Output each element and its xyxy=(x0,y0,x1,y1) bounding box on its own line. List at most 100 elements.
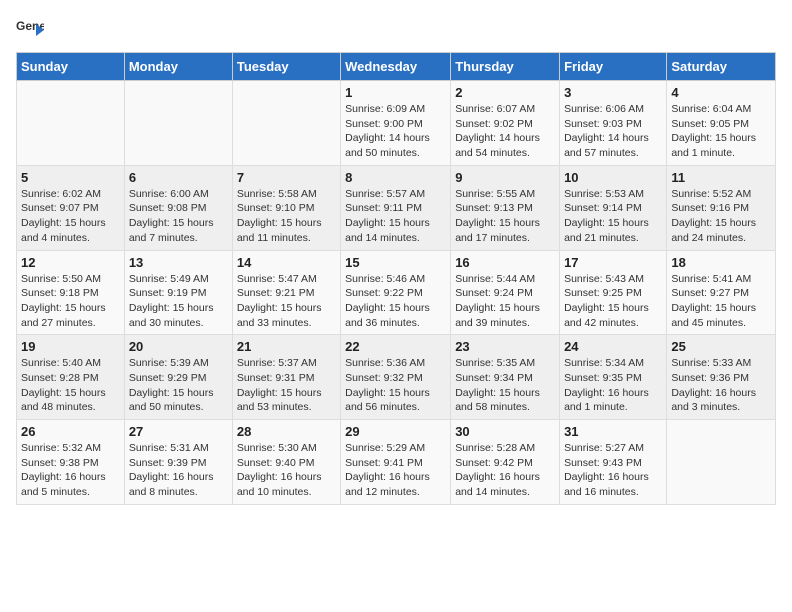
day-number: 5 xyxy=(21,170,120,185)
day-detail: Sunrise: 5:40 AMSunset: 9:28 PMDaylight:… xyxy=(21,356,120,415)
calendar-cell: 16 Sunrise: 5:44 AMSunset: 9:24 PMDayligh… xyxy=(451,250,560,335)
calendar-cell xyxy=(124,81,232,166)
calendar-cell: 19 Sunrise: 5:40 AMSunset: 9:28 PMDayligh… xyxy=(17,335,125,420)
calendar-cell xyxy=(17,81,125,166)
day-detail: Sunrise: 5:41 AMSunset: 9:27 PMDaylight:… xyxy=(671,272,771,331)
header: General xyxy=(16,16,776,44)
day-number: 6 xyxy=(129,170,228,185)
day-detail: Sunrise: 5:58 AMSunset: 9:10 PMDaylight:… xyxy=(237,187,336,246)
calendar-cell: 18 Sunrise: 5:41 AMSunset: 9:27 PMDayligh… xyxy=(667,250,776,335)
calendar-cell: 6 Sunrise: 6:00 AMSunset: 9:08 PMDaylight… xyxy=(124,165,232,250)
weekday-header-friday: Friday xyxy=(560,53,667,81)
day-number: 7 xyxy=(237,170,336,185)
calendar-table: SundayMondayTuesdayWednesdayThursdayFrid… xyxy=(16,52,776,505)
calendar-week-row: 5 Sunrise: 6:02 AMSunset: 9:07 PMDaylight… xyxy=(17,165,776,250)
weekday-header-thursday: Thursday xyxy=(451,53,560,81)
logo: General xyxy=(16,16,48,44)
day-detail: Sunrise: 6:00 AMSunset: 9:08 PMDaylight:… xyxy=(129,187,228,246)
day-detail: Sunrise: 6:09 AMSunset: 9:00 PMDaylight:… xyxy=(345,102,446,161)
calendar-week-row: 1Sunrise: 6:09 AMSunset: 9:00 PMDaylight… xyxy=(17,81,776,166)
day-number: 10 xyxy=(564,170,662,185)
calendar-cell: 10 Sunrise: 5:53 AMSunset: 9:14 PMDayligh… xyxy=(560,165,667,250)
weekday-header-saturday: Saturday xyxy=(667,53,776,81)
day-number: 21 xyxy=(237,339,336,354)
calendar-cell: 30 Sunrise: 5:28 AMSunset: 9:42 PMDayligh… xyxy=(451,420,560,505)
day-number: 28 xyxy=(237,424,336,439)
calendar-cell: 27 Sunrise: 5:31 AMSunset: 9:39 PMDayligh… xyxy=(124,420,232,505)
day-number: 30 xyxy=(455,424,555,439)
calendar-cell: 17 Sunrise: 5:43 AMSunset: 9:25 PMDayligh… xyxy=(560,250,667,335)
day-detail: Sunrise: 5:43 AMSunset: 9:25 PMDaylight:… xyxy=(564,272,662,331)
calendar-cell: 21 Sunrise: 5:37 AMSunset: 9:31 PMDayligh… xyxy=(232,335,340,420)
day-detail: Sunrise: 5:27 AMSunset: 9:43 PMDaylight:… xyxy=(564,441,662,500)
logo-icon: General xyxy=(16,16,44,44)
calendar-cell: 23Sunrise: 5:35 AMSunset: 9:34 PMDayligh… xyxy=(451,335,560,420)
day-detail: Sunrise: 5:33 AMSunset: 9:36 PMDaylight:… xyxy=(671,356,771,415)
calendar-cell: 14 Sunrise: 5:47 AMSunset: 9:21 PMDayligh… xyxy=(232,250,340,335)
weekday-header-tuesday: Tuesday xyxy=(232,53,340,81)
day-number: 19 xyxy=(21,339,120,354)
calendar-cell: 13Sunrise: 5:49 AMSunset: 9:19 PMDayligh… xyxy=(124,250,232,335)
calendar-cell xyxy=(232,81,340,166)
day-number: 14 xyxy=(237,255,336,270)
calendar-cell: 25 Sunrise: 5:33 AMSunset: 9:36 PMDayligh… xyxy=(667,335,776,420)
day-detail: Sunrise: 6:06 AMSunset: 9:03 PMDaylight:… xyxy=(564,102,662,161)
day-number: 13 xyxy=(129,255,228,270)
day-number: 31 xyxy=(564,424,662,439)
day-number: 23 xyxy=(455,339,555,354)
day-number: 9 xyxy=(455,170,555,185)
day-number: 2 xyxy=(455,85,555,100)
day-number: 22 xyxy=(345,339,446,354)
day-detail: Sunrise: 5:47 AMSunset: 9:21 PMDaylight:… xyxy=(237,272,336,331)
day-number: 27 xyxy=(129,424,228,439)
day-number: 12 xyxy=(21,255,120,270)
calendar-week-row: 19 Sunrise: 5:40 AMSunset: 9:28 PMDayligh… xyxy=(17,335,776,420)
day-number: 17 xyxy=(564,255,662,270)
day-number: 18 xyxy=(671,255,771,270)
day-number: 20 xyxy=(129,339,228,354)
weekday-header-sunday: Sunday xyxy=(17,53,125,81)
day-detail: Sunrise: 6:02 AMSunset: 9:07 PMDaylight:… xyxy=(21,187,120,246)
calendar-cell: 2 Sunrise: 6:07 AMSunset: 9:02 PMDaylight… xyxy=(451,81,560,166)
day-detail: Sunrise: 5:37 AMSunset: 9:31 PMDaylight:… xyxy=(237,356,336,415)
day-detail: Sunrise: 5:57 AMSunset: 9:11 PMDaylight:… xyxy=(345,187,446,246)
calendar-cell: 7 Sunrise: 5:58 AMSunset: 9:10 PMDaylight… xyxy=(232,165,340,250)
day-detail: Sunrise: 5:44 AMSunset: 9:24 PMDaylight:… xyxy=(455,272,555,331)
day-detail: Sunrise: 5:52 AMSunset: 9:16 PMDaylight:… xyxy=(671,187,771,246)
calendar-week-row: 26Sunrise: 5:32 AMSunset: 9:38 PMDayligh… xyxy=(17,420,776,505)
day-detail: Sunrise: 5:50 AMSunset: 9:18 PMDaylight:… xyxy=(21,272,120,331)
day-number: 11 xyxy=(671,170,771,185)
calendar-cell: 22Sunrise: 5:36 AMSunset: 9:32 PMDayligh… xyxy=(341,335,451,420)
day-detail: Sunrise: 6:07 AMSunset: 9:02 PMDaylight:… xyxy=(455,102,555,161)
weekday-header-row: SundayMondayTuesdayWednesdayThursdayFrid… xyxy=(17,53,776,81)
calendar-cell: 24Sunrise: 5:34 AMSunset: 9:35 PMDayligh… xyxy=(560,335,667,420)
day-detail: Sunrise: 5:29 AMSunset: 9:41 PMDaylight:… xyxy=(345,441,446,500)
day-detail: Sunrise: 5:31 AMSunset: 9:39 PMDaylight:… xyxy=(129,441,228,500)
weekday-header-monday: Monday xyxy=(124,53,232,81)
day-number: 3 xyxy=(564,85,662,100)
day-detail: Sunrise: 5:55 AMSunset: 9:13 PMDaylight:… xyxy=(455,187,555,246)
calendar-cell: 9 Sunrise: 5:55 AMSunset: 9:13 PMDaylight… xyxy=(451,165,560,250)
calendar-week-row: 12 Sunrise: 5:50 AMSunset: 9:18 PMDayligh… xyxy=(17,250,776,335)
day-number: 15 xyxy=(345,255,446,270)
day-detail: Sunrise: 5:53 AMSunset: 9:14 PMDaylight:… xyxy=(564,187,662,246)
calendar-cell: 5 Sunrise: 6:02 AMSunset: 9:07 PMDaylight… xyxy=(17,165,125,250)
day-detail: Sunrise: 5:28 AMSunset: 9:42 PMDaylight:… xyxy=(455,441,555,500)
calendar-cell: 31 Sunrise: 5:27 AMSunset: 9:43 PMDayligh… xyxy=(560,420,667,505)
day-number: 25 xyxy=(671,339,771,354)
calendar-cell: 3 Sunrise: 6:06 AMSunset: 9:03 PMDaylight… xyxy=(560,81,667,166)
calendar-cell: 12 Sunrise: 5:50 AMSunset: 9:18 PMDayligh… xyxy=(17,250,125,335)
calendar-cell: 20Sunrise: 5:39 AMSunset: 9:29 PMDayligh… xyxy=(124,335,232,420)
day-detail: Sunrise: 5:30 AMSunset: 9:40 PMDaylight:… xyxy=(237,441,336,500)
day-number: 26 xyxy=(21,424,120,439)
calendar-cell: 1Sunrise: 6:09 AMSunset: 9:00 PMDaylight… xyxy=(341,81,451,166)
day-number: 16 xyxy=(455,255,555,270)
day-number: 8 xyxy=(345,170,446,185)
day-detail: Sunrise: 6:04 AMSunset: 9:05 PMDaylight:… xyxy=(671,102,771,161)
calendar-cell: 28 Sunrise: 5:30 AMSunset: 9:40 PMDayligh… xyxy=(232,420,340,505)
day-detail: Sunrise: 5:46 AMSunset: 9:22 PMDaylight:… xyxy=(345,272,446,331)
calendar-cell: 11 Sunrise: 5:52 AMSunset: 9:16 PMDayligh… xyxy=(667,165,776,250)
calendar-cell: 8 Sunrise: 5:57 AMSunset: 9:11 PMDaylight… xyxy=(341,165,451,250)
day-number: 29 xyxy=(345,424,446,439)
calendar-cell xyxy=(667,420,776,505)
